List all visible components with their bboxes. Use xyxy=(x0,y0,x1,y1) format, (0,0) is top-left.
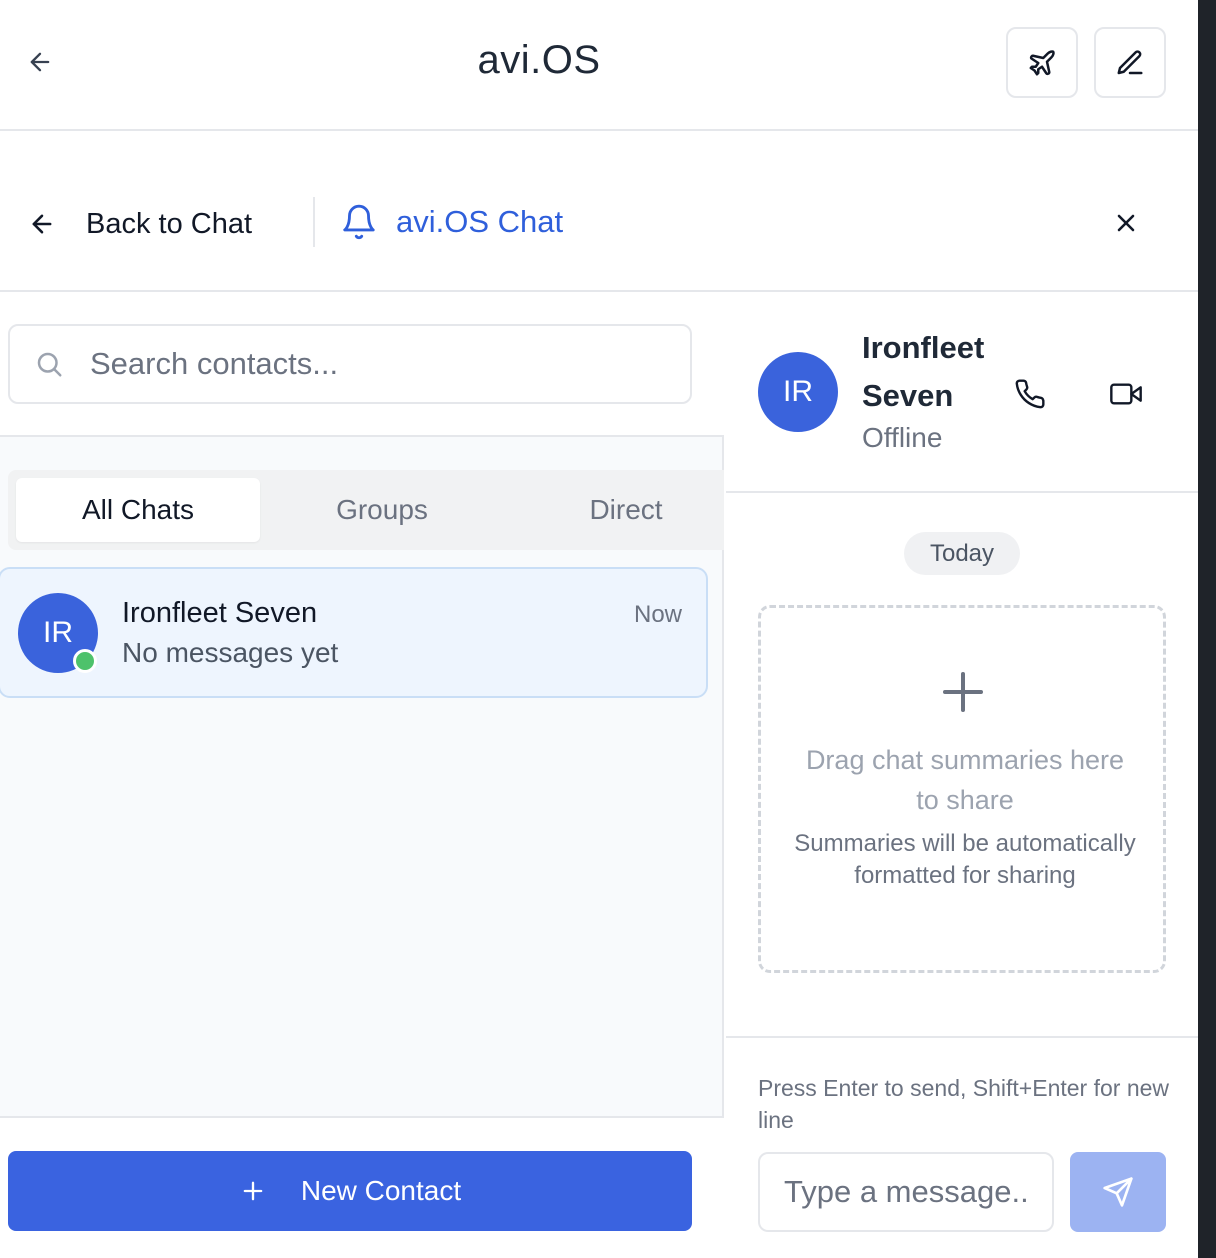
contact-list-item[interactable]: IR Ironfleet Seven No messages yet Now xyxy=(0,567,708,698)
top-bar: avi.OS xyxy=(0,0,1198,131)
back-to-chat-label: Back to Chat xyxy=(86,207,253,240)
chat-title: avi.OS Chat xyxy=(340,199,563,245)
app-title: avi.OS xyxy=(477,38,601,82)
plus-icon xyxy=(243,1181,263,1201)
back-to-chat-button[interactable]: Back to Chat xyxy=(28,201,252,247)
edit-button[interactable] xyxy=(1094,27,1166,98)
new-contact-label: New Contact xyxy=(300,1175,462,1206)
tab-all-chats[interactable]: All Chats xyxy=(16,478,260,542)
dropzone-title: Drag chat summaries here to share xyxy=(805,745,1125,815)
app-window: avi.OS Back to Chat avi.OS Chat Search c… xyxy=(0,0,1198,1258)
plus-icon xyxy=(943,672,983,712)
back-arrow-icon xyxy=(32,214,52,234)
conversation-contact-name: Ironfleet Seven xyxy=(862,330,985,413)
phone-icon xyxy=(1015,379,1045,409)
conversation-status: Offline xyxy=(862,422,943,453)
search-input[interactable] xyxy=(90,346,650,382)
avatar: IR xyxy=(758,352,838,432)
dropzone-subtitle: Summaries will be automatically formatte… xyxy=(794,830,1136,889)
search-box xyxy=(8,324,692,404)
flight-button[interactable] xyxy=(1006,27,1078,98)
conversation-header: IR Ironfleet Seven Offline xyxy=(726,292,1198,493)
contacts-footer: New Contact xyxy=(0,1116,724,1258)
online-indicator xyxy=(73,649,97,673)
chat-header-bar: Back to Chat avi.OS Chat xyxy=(0,131,1198,292)
close-icon xyxy=(1117,214,1135,232)
send-button[interactable] xyxy=(1070,1152,1166,1232)
date-divider: Today xyxy=(904,532,1020,575)
contact-last-message: No messages yet xyxy=(122,637,339,668)
bell-icon xyxy=(343,204,375,240)
plane-icon xyxy=(1029,49,1055,75)
new-contact-button[interactable]: New Contact xyxy=(8,1151,692,1231)
summary-dropzone[interactable]: Drag chat summaries here to share Summar… xyxy=(758,605,1166,973)
tab-direct[interactable]: Direct xyxy=(504,478,748,542)
chat-title-label: avi.OS Chat xyxy=(396,204,564,239)
edit-icon xyxy=(1117,49,1143,74)
contact-name: Ironfleet Seven xyxy=(122,597,318,629)
search-area xyxy=(0,292,724,437)
video-call-button[interactable] xyxy=(1104,372,1148,416)
close-button[interactable] xyxy=(1104,201,1148,245)
header-divider xyxy=(313,197,315,247)
send-hint: Press Enter to send, Shift+Enter for new… xyxy=(758,1075,1170,1133)
composer: Press Enter to send, Shift+Enter for new… xyxy=(726,1036,1198,1258)
contact-time: Now xyxy=(633,601,682,628)
conversation-panel: IR Ironfleet Seven Offline Today Drag ch… xyxy=(726,292,1198,1258)
window-edge xyxy=(1198,0,1216,1258)
chat-tabs: All Chats Groups Direct xyxy=(8,470,724,550)
contacts-panel: All Chats Groups Direct IR Ironfleet Sev… xyxy=(0,292,724,1258)
search-icon xyxy=(37,352,62,377)
voice-call-button[interactable] xyxy=(1008,372,1052,416)
send-icon xyxy=(1103,1177,1133,1207)
tab-groups[interactable]: Groups xyxy=(260,478,504,542)
message-input[interactable] xyxy=(758,1152,1054,1232)
video-icon xyxy=(1110,383,1142,405)
